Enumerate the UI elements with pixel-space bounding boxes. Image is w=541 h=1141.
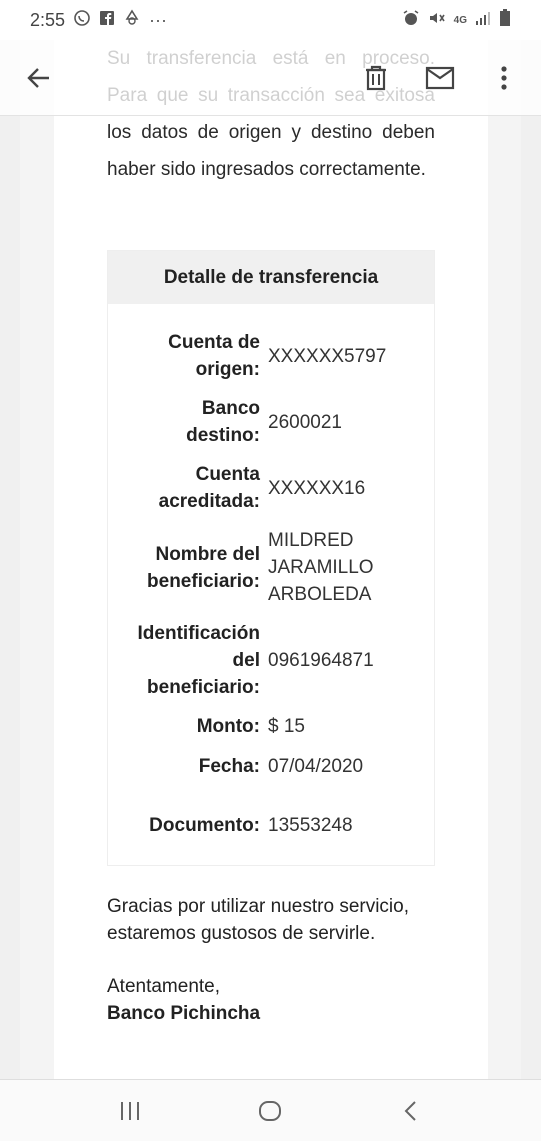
value-line: XXXXXX5797 [268,345,387,367]
value-line: 2600021 [268,411,342,433]
detail-row-cuenta-origen: Cuenta de origen: XXXXXX5797 [108,329,436,383]
value-line: 07/04/2020 [268,756,364,777]
detail-row-documento: Documento: 13553248 [108,812,436,839]
whatsapp-icon [73,9,91,32]
home-button[interactable] [250,1091,290,1131]
detail-row-nombre-beneficiario: Nombre del beneficiario: MILDRED JARAMIL… [108,527,436,608]
detail-label: Banco destino: [108,395,260,449]
label-line: Documento: [149,815,260,836]
recent-apps-icon [121,1101,140,1120]
label-line: destino: [186,425,260,446]
home-icon [259,1100,282,1121]
detail-value: XXXXXX5797 [268,329,428,383]
detail-row-cuenta-acreditada: Cuenta acreditada: XXXXXX16 [108,461,436,515]
signal-icon [475,10,491,31]
label-line: Nombre del [155,543,260,565]
label-line: Banco [201,398,260,419]
sync-icon [123,8,141,32]
delete-button[interactable] [359,61,393,95]
system-back-button[interactable] [391,1091,431,1131]
mail-button[interactable] [423,61,457,95]
detail-row-fecha: Fecha: 07/04/2020 [108,753,436,780]
value-line: MILDRED [268,530,354,551]
detail-value: $ 15 [268,713,428,740]
detail-label: Documento: [108,812,260,839]
status-bar: 2:55 ··· 4G [0,0,541,40]
trash-icon [366,65,386,90]
label-line: Identificación [137,623,260,644]
value-line: JARAMILLO [268,557,374,578]
more-options-button[interactable] [487,61,521,95]
label-line: beneficiario: [147,677,260,698]
detail-value: 07/04/2020 [268,753,428,780]
facebook-icon [99,10,115,31]
value-line: XXXXXX16 [268,477,366,499]
regards-text: Atentamente, [107,976,221,997]
detail-value: XXXXXX16 [268,461,428,515]
detail-row-identificacion: Identificación del beneficiario: 0961964… [108,620,436,701]
label-line: del [232,650,260,671]
transfer-detail-box: Detalle de transferencia Cuenta de orige… [107,250,435,866]
app-actions [359,61,521,95]
network-label: 4G [453,14,467,26]
bank-name: Banco Pichincha [107,1003,261,1024]
value-line: 0961964871 [268,650,374,671]
status-more: ··· [149,9,168,30]
transfer-detail-title: Detalle de transferencia [108,251,434,304]
label-line: Monto: [196,716,260,737]
detail-value: 0961964871 [268,620,428,701]
value-line: ARBOLEDA [268,584,372,605]
battery-icon [499,8,511,32]
detail-label: Monto: [108,713,260,740]
detail-label: Fecha: [108,753,260,780]
closing-line: Gracias por utilizar nuestro servicio, [107,896,409,917]
label-line: origen: [195,359,260,380]
detail-label: Identificación del beneficiario: [108,620,260,701]
status-right: 4G [402,8,511,32]
recent-apps-button[interactable] [110,1091,150,1131]
more-vertical-icon [501,65,507,90]
system-nav-bar [0,1079,541,1141]
app-bar [0,40,541,116]
envelope-icon [425,66,455,89]
detail-value: MILDRED JARAMILLO ARBOLEDA [268,527,428,608]
chevron-left-icon [404,1100,416,1121]
status-left: 2:55 ··· [30,8,168,32]
detail-value: 2600021 [268,395,428,449]
label-line: Fecha: [198,756,260,777]
closing-line: estaremos gustosos de servirle. [107,923,376,944]
detail-row-monto: Monto: $ 15 [108,713,436,740]
detail-value: 13553248 [268,812,428,839]
status-time: 2:55 [30,9,66,30]
detail-row-banco-destino: Banco destino: 2600021 [108,395,436,449]
detail-label: Nombre del beneficiario: [108,527,260,608]
value-line: $ 15 [268,716,305,737]
signature-block: Atentamente, Banco Pichincha [107,973,260,1027]
label-line: acreditada: [158,491,260,512]
arrow-left-icon [27,67,49,88]
label-line: Cuenta [195,464,260,485]
alarm-icon [402,9,420,32]
closing-paragraph: Gracias por utilizar nuestro servicio, e… [107,893,447,947]
detail-label: Cuenta de origen: [108,329,260,383]
detail-label: Cuenta acreditada: [108,461,260,515]
back-button[interactable] [22,61,56,95]
value-line: 13553248 [268,815,353,836]
label-line: Cuenta de [168,332,260,353]
label-line: beneficiario: [147,570,260,592]
mute-icon [428,9,446,32]
